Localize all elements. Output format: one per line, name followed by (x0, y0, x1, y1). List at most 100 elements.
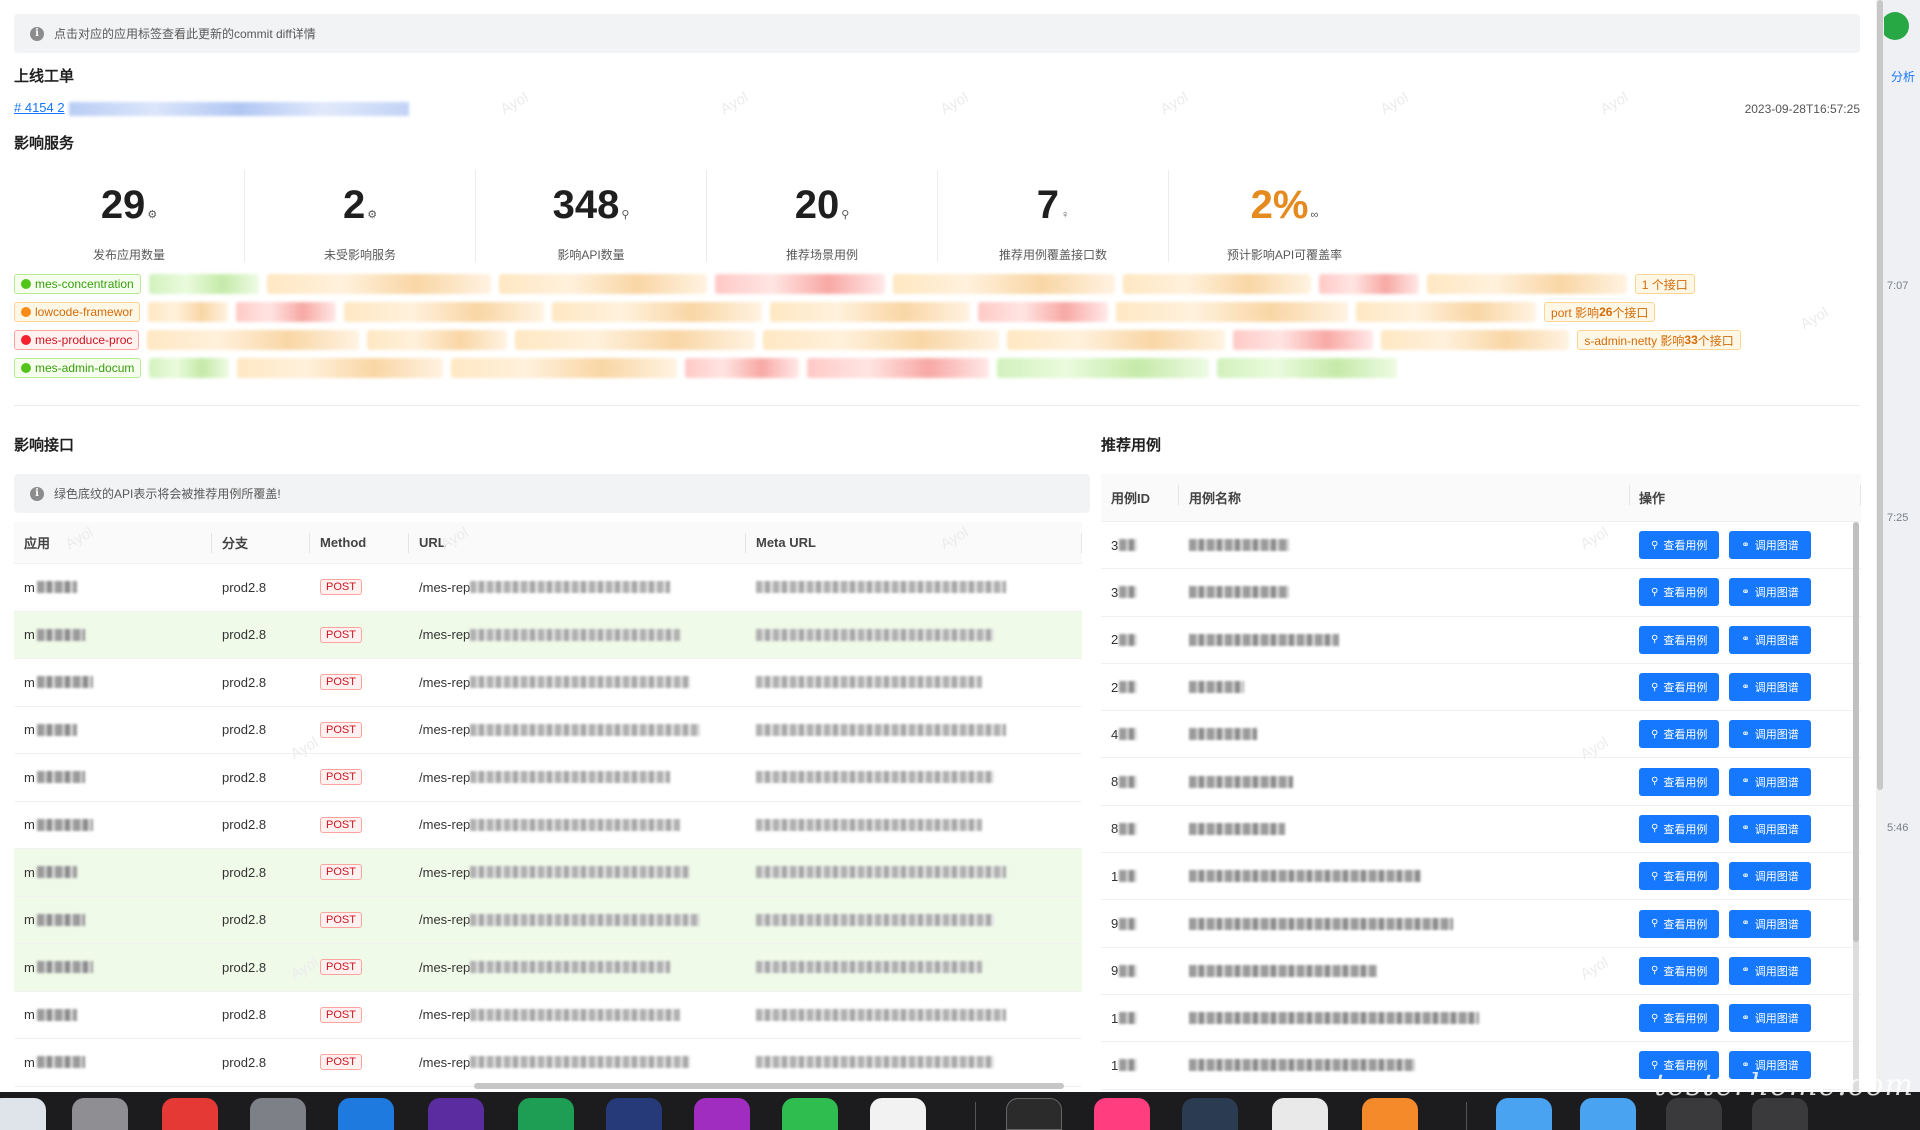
launchpad-icon[interactable] (72, 1098, 128, 1130)
terminal-icon[interactable] (1006, 1098, 1062, 1130)
cell-meta-url[interactable] (746, 992, 1082, 1039)
col-header-app[interactable]: 应用 (14, 522, 212, 563)
redacted-tag[interactable] (1233, 330, 1374, 350)
redacted-tag[interactable] (552, 302, 763, 322)
service-tag[interactable]: mes-concentration (14, 274, 141, 294)
chrome-icon[interactable] (1272, 1098, 1328, 1130)
cell-url[interactable]: /mes-rep (409, 992, 746, 1039)
app-icon[interactable] (1182, 1098, 1238, 1130)
redacted-tag[interactable] (498, 274, 707, 294)
app-icon[interactable] (338, 1098, 394, 1130)
cell-meta-url[interactable] (746, 612, 1082, 659)
call-graph-button[interactable]: ⚭ 调用图谱 (1729, 720, 1811, 749)
redacted-tag[interactable] (1381, 330, 1570, 350)
redacted-tag[interactable] (1122, 274, 1311, 294)
app-icon[interactable] (1362, 1098, 1418, 1130)
view-case-button[interactable]: ⚲ 查看用例 (1639, 814, 1720, 843)
cell-meta-url[interactable] (746, 659, 1082, 706)
folder-icon[interactable] (1580, 1098, 1636, 1130)
page-scrollbar[interactable] (1876, 0, 1884, 1092)
view-case-button[interactable]: ⚲ 查看用例 (1639, 673, 1720, 702)
redacted-tag[interactable] (997, 358, 1210, 378)
cell-url[interactable]: /mes-rep (409, 564, 746, 611)
folder-icon[interactable] (1496, 1098, 1552, 1130)
cell-meta-url[interactable] (746, 707, 1082, 754)
view-case-button[interactable]: ⚲ 查看用例 (1639, 531, 1720, 560)
col-header-branch[interactable]: 分支 (212, 522, 310, 563)
view-case-button[interactable]: ⚲ 查看用例 (1639, 862, 1720, 891)
horizontal-scrollbar[interactable] (474, 1083, 1064, 1089)
col-header-case-name[interactable]: 用例名称 (1179, 474, 1630, 521)
cell-url[interactable]: /mes-rep (409, 754, 746, 801)
cell-meta-url[interactable] (746, 564, 1082, 611)
col-header-case-id[interactable]: 用例ID (1101, 474, 1179, 521)
redacted-tag[interactable] (148, 302, 229, 322)
redacted-tag[interactable] (148, 274, 259, 294)
view-case-button[interactable]: ⚲ 查看用例 (1639, 956, 1720, 985)
redacted-tag[interactable] (515, 330, 756, 350)
service-tag-tail[interactable]: port 影响 26 个接口 (1544, 302, 1656, 322)
call-graph-button[interactable]: ⚭ 调用图谱 (1729, 956, 1811, 985)
cell-meta-url[interactable] (746, 849, 1082, 896)
call-graph-button[interactable]: ⚭ 调用图谱 (1729, 909, 1811, 938)
cell-meta-url[interactable] (746, 802, 1082, 849)
col-header-meta-url[interactable]: Meta URL (746, 522, 1082, 563)
view-case-button[interactable]: ⚲ 查看用例 (1639, 909, 1720, 938)
redacted-tag[interactable] (1318, 274, 1419, 294)
col-header-url[interactable]: URL (409, 522, 746, 563)
view-case-button[interactable]: ⚲ 查看用例 (1639, 578, 1720, 607)
service-tag-tail[interactable]: 1 个接口 (1634, 274, 1695, 294)
cell-url[interactable]: /mes-rep (409, 802, 746, 849)
cell-url[interactable]: /mes-rep (409, 944, 746, 991)
cell-meta-url[interactable] (746, 1039, 1082, 1086)
call-graph-button[interactable]: ⚭ 调用图谱 (1729, 625, 1811, 654)
redacted-tag[interactable] (149, 358, 230, 378)
order-link[interactable]: # 4154 2 (14, 100, 409, 116)
redacted-tag[interactable] (1116, 302, 1349, 322)
redacted-tag[interactable] (763, 330, 1000, 350)
view-case-button[interactable]: ⚲ 查看用例 (1639, 625, 1720, 654)
call-graph-button[interactable]: ⚭ 调用图谱 (1729, 673, 1811, 702)
col-header-method[interactable]: Method (310, 522, 409, 563)
cell-meta-url[interactable] (746, 897, 1082, 944)
redacted-tag[interactable] (367, 330, 508, 350)
call-graph-button[interactable]: ⚭ 调用图谱 (1729, 814, 1811, 843)
redacted-tag[interactable] (266, 274, 491, 294)
app-icon[interactable] (162, 1098, 218, 1130)
ide-icon[interactable] (518, 1098, 574, 1130)
redacted-tag[interactable] (714, 274, 885, 294)
cell-url[interactable]: /mes-rep (409, 707, 746, 754)
redacted-tag[interactable] (685, 358, 800, 378)
service-tag-tail[interactable]: s-admin-netty 影响 33 个接口 (1577, 330, 1741, 350)
redacted-tag[interactable] (1356, 302, 1537, 322)
redacted-tag[interactable] (237, 358, 444, 378)
ide-icon[interactable] (606, 1098, 662, 1130)
service-tag[interactable]: mes-admin-docum (14, 358, 142, 378)
redacted-tag[interactable] (147, 330, 360, 350)
redacted-tag[interactable] (807, 358, 990, 378)
cell-url[interactable]: /mes-rep (409, 659, 746, 706)
redacted-tag[interactable] (236, 302, 337, 322)
cell-url[interactable]: /mes-rep (409, 612, 746, 659)
call-graph-button[interactable]: ⚭ 调用图谱 (1729, 767, 1811, 796)
redacted-tag[interactable] (1217, 358, 1398, 378)
redacted-tag[interactable] (451, 358, 678, 378)
app-icon[interactable] (870, 1098, 926, 1130)
call-graph-button[interactable]: ⚭ 调用图谱 (1729, 1004, 1811, 1033)
finder-icon[interactable] (0, 1098, 46, 1130)
ide-icon[interactable] (694, 1098, 750, 1130)
ide-icon[interactable] (428, 1098, 484, 1130)
call-graph-button[interactable]: ⚭ 调用图谱 (1729, 531, 1811, 560)
service-tag[interactable]: lowcode-framewor (14, 302, 141, 322)
view-case-button[interactable]: ⚲ 查看用例 (1639, 720, 1720, 749)
service-tag[interactable]: mes-produce-proc (14, 330, 140, 350)
cell-url[interactable]: /mes-rep (409, 1039, 746, 1086)
settings-icon[interactable] (250, 1098, 306, 1130)
redacted-tag[interactable] (1426, 274, 1627, 294)
analysis-link[interactable]: 分析 (1891, 68, 1915, 85)
cell-url[interactable]: /mes-rep (409, 849, 746, 896)
redacted-tag[interactable] (1007, 330, 1226, 350)
cell-url[interactable]: /mes-rep (409, 897, 746, 944)
view-case-button[interactable]: ⚲ 查看用例 (1639, 1004, 1720, 1033)
redacted-tag[interactable] (978, 302, 1109, 322)
